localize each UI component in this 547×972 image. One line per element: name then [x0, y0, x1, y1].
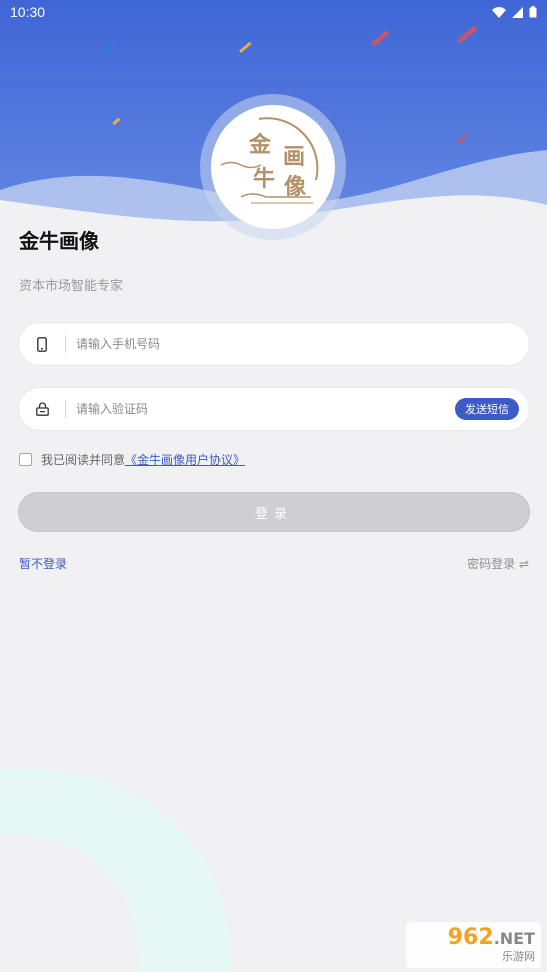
app-subtitle: 资本市场智能专家 — [19, 279, 124, 294]
app-logo: 金 画 牛 像 — [200, 94, 346, 240]
send-sms-button[interactable]: 发送短信 — [455, 398, 519, 420]
logo-circle: 金 画 牛 像 — [211, 105, 335, 229]
signal-icon — [512, 6, 523, 18]
agree-text: 我已阅读并同意 — [41, 453, 126, 467]
status-time: 10:30 — [10, 4, 46, 20]
logo-char: 金 — [249, 132, 272, 158]
agreement-link[interactable]: 《金牛画像用户协议》 — [125, 451, 245, 468]
field-divider — [65, 335, 66, 353]
code-input[interactable] — [76, 402, 455, 416]
login-button[interactable]: 登录 — [18, 492, 530, 532]
code-field[interactable]: 发送短信 — [18, 387, 530, 431]
watermark-logo: 962.NET 乐游网 — [406, 922, 541, 968]
status-bar: 10:30 — [0, 0, 547, 24]
agree-checkbox[interactable] — [19, 453, 32, 466]
watermark-bottom: 乐游网 — [502, 949, 535, 963]
watermark-suffix: .NET — [493, 928, 535, 948]
agreement-row: 我已阅读并同意 《金牛画像用户协议》 — [19, 451, 245, 468]
lock-icon — [19, 402, 65, 416]
battery-icon — [529, 6, 537, 18]
app-title: 金牛画像 — [19, 229, 99, 253]
watermark-number: 962 — [447, 924, 494, 950]
field-divider — [65, 400, 66, 418]
password-login-link[interactable]: 密码登录 ⇌ — [467, 555, 529, 572]
phone-input[interactable] — [76, 337, 529, 351]
skip-login-link[interactable]: 暂不登录 — [19, 555, 67, 572]
phone-icon — [19, 336, 65, 352]
logo-char: 牛 — [253, 166, 276, 192]
watermark-top: 962.NET — [447, 924, 535, 950]
status-icons — [492, 6, 537, 18]
logo-char: 画 — [283, 144, 306, 170]
phone-field[interactable] — [18, 322, 530, 366]
logo-char: 像 — [284, 174, 307, 200]
wifi-icon — [492, 6, 506, 18]
